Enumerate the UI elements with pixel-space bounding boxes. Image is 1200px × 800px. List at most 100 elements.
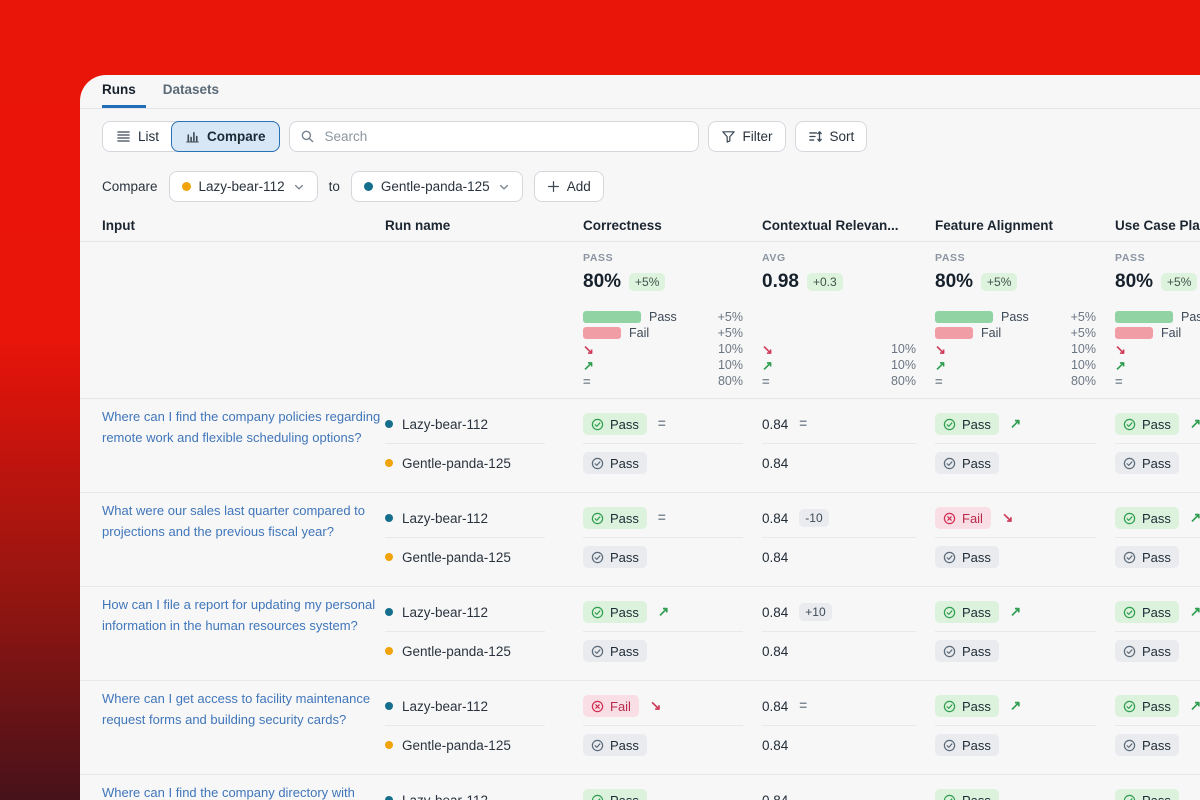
score-value: 0.84 bbox=[762, 793, 788, 800]
chevron-down-icon bbox=[293, 181, 305, 193]
pass-bar bbox=[935, 311, 993, 323]
legend-improved-value: 10% bbox=[1071, 358, 1096, 372]
comparison-run-dropdown[interactable]: Gentle-panda-125 bbox=[351, 171, 523, 202]
sort-button[interactable]: Sort bbox=[795, 121, 868, 152]
legend-unchanged: =80% bbox=[762, 373, 916, 389]
pass-badge: Pass bbox=[935, 601, 999, 623]
trend-up-icon: ↗ bbox=[1190, 511, 1200, 525]
legend-improved-value: 10% bbox=[891, 358, 916, 372]
fail-bar bbox=[1115, 327, 1153, 339]
correctness-cell: Pass↗Pass bbox=[583, 587, 762, 680]
contextual-relevance-cell: 0.84-100.84 bbox=[762, 493, 935, 586]
check-circle-icon bbox=[943, 418, 956, 431]
input-question-link[interactable]: Where can I find the company policies re… bbox=[102, 406, 385, 448]
x-circle-icon bbox=[591, 700, 604, 713]
trend-up-icon: ↗ bbox=[1010, 699, 1021, 713]
check-circle-icon bbox=[1123, 457, 1136, 470]
score-value: 0.84 bbox=[762, 511, 788, 526]
metric-value: 80% bbox=[935, 271, 973, 293]
filter-icon bbox=[721, 129, 736, 144]
run-color-dot bbox=[385, 514, 393, 522]
result-entry: 0.84 bbox=[762, 444, 916, 482]
input-question-link[interactable]: Where can I get access to facility maint… bbox=[102, 688, 385, 730]
run-color-dot bbox=[385, 741, 393, 749]
metric-delta-badge: +5% bbox=[629, 273, 665, 291]
input-question-link[interactable]: Where can I find the company directory w… bbox=[102, 782, 385, 800]
badge-label: Pass bbox=[610, 511, 639, 526]
pass-badge: Pass bbox=[1115, 734, 1179, 756]
pass-badge: Pass bbox=[583, 734, 647, 756]
input-question-link[interactable]: How can I file a report for updating my … bbox=[102, 594, 385, 636]
check-circle-icon bbox=[1123, 794, 1136, 800]
legend-pass-label: Pass bbox=[1001, 310, 1029, 324]
summary-cell-contextual-relevance: AVG0.98+0.3↘10%↗10%=80% bbox=[762, 250, 935, 398]
metric-legend: Pass+5%Fail+5%↘10%↗10%=80% bbox=[1115, 309, 1200, 389]
trend-down-icon: ↘ bbox=[583, 343, 594, 356]
check-circle-icon bbox=[591, 512, 604, 525]
run-name-label: Gentle-panda-125 bbox=[402, 550, 511, 565]
table-row[interactable]: How can I file a report for updating my … bbox=[80, 587, 1200, 681]
run-name-cell: Lazy-bear-112Gentle-panda-125 bbox=[385, 493, 583, 586]
trend-up-icon: ↗ bbox=[1190, 417, 1200, 431]
tab-datasets[interactable]: Datasets bbox=[163, 82, 229, 108]
equal-indicator: = bbox=[762, 375, 770, 388]
legend-improved: ↗10% bbox=[762, 357, 916, 373]
run-color-dot bbox=[385, 647, 393, 655]
badge-label: Pass bbox=[1142, 793, 1171, 800]
search-input[interactable] bbox=[323, 128, 688, 145]
trend-up-icon: ↗ bbox=[1190, 699, 1200, 713]
correctness-cell: Pass bbox=[583, 775, 762, 800]
add-run-button[interactable]: Add bbox=[534, 171, 604, 202]
legend-fail: Fail+5% bbox=[935, 325, 1096, 341]
check-circle-icon bbox=[943, 739, 956, 752]
pass-badge: Pass bbox=[1115, 452, 1179, 474]
search-box[interactable] bbox=[289, 121, 699, 152]
trend-up-icon: ↗ bbox=[1190, 605, 1200, 619]
result-entry: Pass bbox=[1115, 444, 1200, 482]
table-row[interactable]: Where can I find the company policies re… bbox=[80, 399, 1200, 493]
check-circle-icon bbox=[1123, 700, 1136, 713]
list-icon bbox=[116, 129, 131, 144]
legend-fail-label: Fail bbox=[981, 326, 1001, 340]
feature-alignment-cell: Pass↗Pass bbox=[935, 681, 1115, 774]
result-entry: Pass= bbox=[583, 499, 743, 538]
input-question-link[interactable]: What were our sales last quarter compare… bbox=[102, 500, 385, 542]
table-row[interactable]: Where can I get access to facility maint… bbox=[80, 681, 1200, 775]
column-header-feature-alignment: Feature Alignment bbox=[935, 218, 1115, 233]
equal-indicator: = bbox=[1115, 375, 1123, 388]
use-case-cell: Pass↗Pass bbox=[1115, 493, 1200, 586]
legend-unchanged-value: 80% bbox=[1071, 374, 1096, 388]
x-circle-icon bbox=[943, 512, 956, 525]
pass-badge: Pass bbox=[935, 452, 999, 474]
trend-down-icon: ↘ bbox=[650, 699, 661, 713]
tab-runs[interactable]: Runs bbox=[102, 82, 146, 108]
compare-view-button[interactable]: Compare bbox=[171, 121, 280, 152]
bar-chart-icon bbox=[185, 129, 200, 144]
badge-label: Pass bbox=[1142, 456, 1171, 471]
pass-badge: Pass bbox=[935, 546, 999, 568]
check-circle-icon bbox=[1123, 606, 1136, 619]
run-color-dot bbox=[385, 553, 393, 561]
result-entry: Pass↗ bbox=[583, 593, 743, 632]
score-value: 0.84 bbox=[762, 738, 788, 753]
trend-down-icon: ↘ bbox=[935, 343, 946, 356]
list-view-button[interactable]: List bbox=[103, 121, 172, 152]
summary-row: PASS80%+5%Pass+5%Fail+5%↘10%↗10%=80%AVG0… bbox=[80, 242, 1200, 399]
compare-label: Compare bbox=[102, 179, 158, 194]
metric-value-row: 0.98+0.3 bbox=[762, 269, 916, 295]
baseline-run-dropdown[interactable]: Lazy-bear-112 bbox=[169, 171, 318, 202]
trend-up-icon: ↗ bbox=[583, 359, 594, 372]
toolbar: List Compare Filter Sort bbox=[102, 121, 1178, 152]
use-case-cell: Pass bbox=[1115, 775, 1200, 800]
summary-cell-feature-alignment: PASS80%+5%Pass+5%Fail+5%↘10%↗10%=80% bbox=[935, 250, 1115, 398]
contextual-relevance-cell: 0.84+100.84 bbox=[762, 587, 935, 680]
legend-improved: ↗10% bbox=[935, 357, 1096, 373]
run-name-label: Gentle-panda-125 bbox=[402, 644, 511, 659]
filter-button[interactable]: Filter bbox=[708, 121, 786, 152]
trend-up-icon: ↗ bbox=[1010, 605, 1021, 619]
pass-badge: Pass bbox=[583, 546, 647, 568]
table-row[interactable]: What were our sales last quarter compare… bbox=[80, 493, 1200, 587]
table-row[interactable]: Where can I find the company directory w… bbox=[80, 775, 1200, 800]
pass-badge: Pass bbox=[583, 601, 647, 623]
pass-badge: Pass bbox=[1115, 601, 1179, 623]
